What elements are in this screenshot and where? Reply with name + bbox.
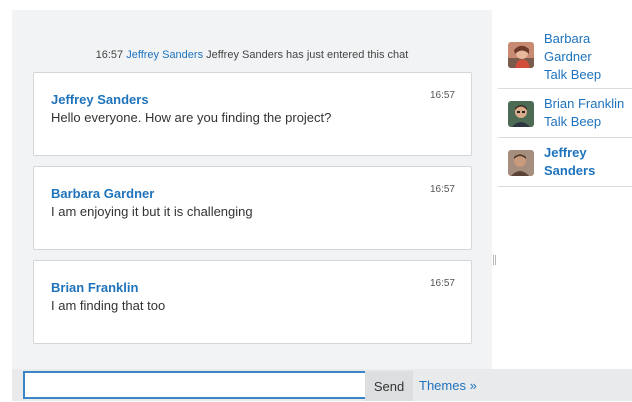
send-button[interactable]: Send (365, 371, 413, 401)
chat-messages-panel: 16:57 Jeffrey Sanders Jeffrey Sanders ha… (12, 10, 492, 369)
avatar (508, 42, 534, 68)
message-author[interactable]: Brian Franklin (51, 280, 138, 295)
avatar-photo-man-icon (508, 101, 534, 127)
message-time: 16:57 (429, 184, 455, 195)
user-list: Barbara Gardner Talk Beep Brian Franklin… (498, 22, 632, 187)
user-name[interactable]: Gardner (544, 48, 601, 66)
user-list-item[interactable]: Brian Franklin Talk Beep (498, 89, 632, 138)
chat-message: Brian Franklin 16:57 I am finding that t… (33, 260, 472, 344)
message-text: I am enjoying it but it is challenging (51, 204, 253, 219)
user-name[interactable]: Brian Franklin (544, 95, 624, 113)
avatar (508, 150, 534, 176)
system-message-time: 16:57 (95, 49, 124, 61)
message-author[interactable]: Barbara Gardner (51, 186, 154, 201)
message-time: 16:57 (429, 278, 455, 289)
chat-message: Barbara Gardner 16:57 I am enjoying it b… (33, 166, 472, 250)
system-message: 16:57 Jeffrey Sanders Jeffrey Sanders ha… (12, 49, 492, 61)
message-text: Hello everyone. How are you finding the … (51, 110, 332, 125)
message-author[interactable]: Jeffrey Sanders (51, 92, 149, 107)
user-list-item[interactable]: Jeffrey Sanders (498, 138, 632, 187)
avatar (508, 101, 534, 127)
chat-message: Jeffrey Sanders 16:57 Hello everyone. Ho… (33, 72, 472, 156)
message-time: 16:57 (429, 90, 455, 101)
user-name[interactable]: Barbara (544, 30, 601, 48)
message-input[interactable] (23, 371, 375, 399)
message-text: I am finding that too (51, 298, 166, 313)
talk-beep-link[interactable]: Talk Beep (544, 113, 624, 131)
chat-input-bar: Send Themes » (12, 369, 632, 401)
system-message-text: Jeffrey Sanders has just entered this ch… (206, 49, 409, 61)
system-message-user-link[interactable]: Jeffrey Sanders (126, 49, 203, 61)
avatar-photo-man-icon (508, 150, 534, 176)
talk-beep-link[interactable]: Talk Beep (544, 66, 601, 84)
themes-link[interactable]: Themes » (419, 378, 477, 393)
user-name[interactable]: Sanders (544, 162, 595, 180)
user-name[interactable]: Jeffrey (544, 144, 595, 162)
user-list-item[interactable]: Barbara Gardner Talk Beep (498, 22, 632, 89)
panel-resize-handle[interactable] (493, 255, 496, 265)
avatar-photo-woman-icon (508, 42, 534, 68)
